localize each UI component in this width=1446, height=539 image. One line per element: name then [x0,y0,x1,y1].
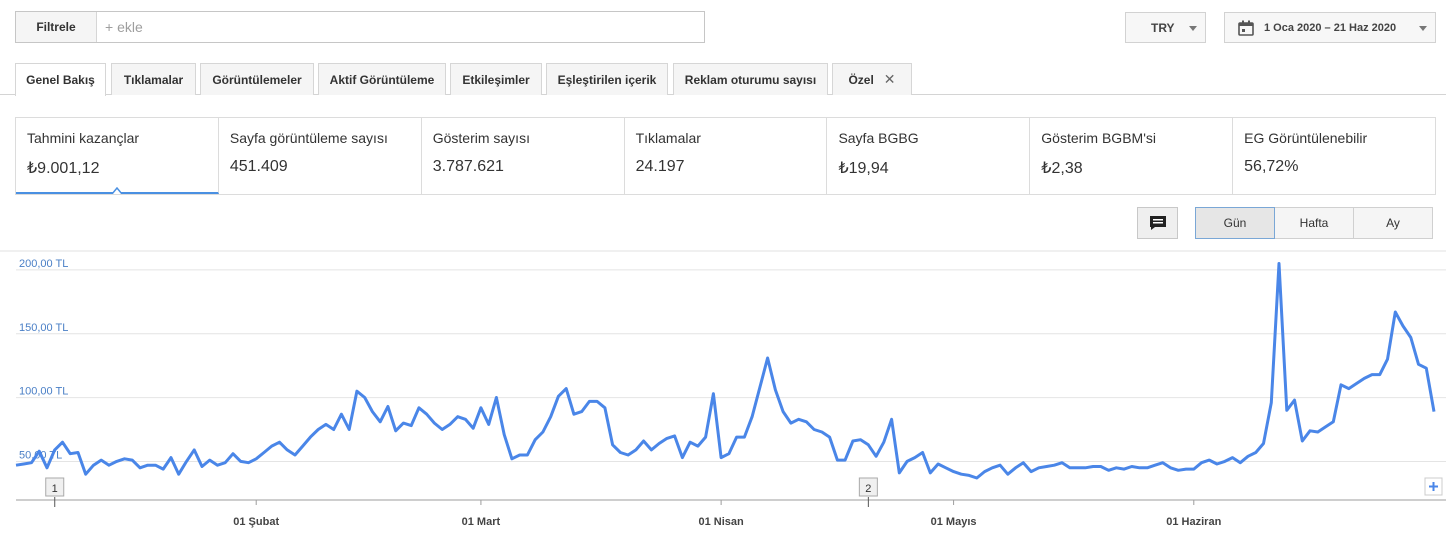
tab-ad-sessions[interactable]: Reklam oturumu sayısı [673,63,828,95]
metric-card-viewability[interactable]: EG Görüntülenebilir 56,72% [1233,118,1435,194]
tab-label: Eşleştirilen içerik [557,72,657,87]
earnings-line-chart: 200,00 TL 150,00 TL 100,00 TL 50,00 TL 01 Şu… [0,245,1446,539]
metric-label: Tıklamalar [635,130,701,146]
annotation-marker-label: 2 [865,483,871,495]
currency-label: TRY [1151,20,1175,35]
metric-label: Gösterim BGBM'si [1041,130,1156,146]
metric-card-page-rpm[interactable]: Sayfa BGBG ₺19,94 [827,118,1031,194]
x-tick-label: 01 Haziran [1166,516,1221,528]
y-tick-label: 100,00 TL [19,386,68,398]
metric-label: Tahmini kazançlar [27,130,140,146]
filter-bar: Filtrele [15,11,705,43]
x-tick-label: 01 Şubat [233,516,279,528]
calendar-icon [1238,20,1254,36]
metric-value: ₺19,94 [838,160,889,177]
close-icon[interactable]: ✕ [884,71,896,88]
tab-label: Özel [848,72,874,87]
metric-label: Sayfa BGBG [838,130,919,146]
granularity-day-button[interactable]: Gün [1195,207,1275,239]
chart-canvas: 200,00 TL150,00 TL100,00 TL50,00 TL01 Şu… [0,250,1446,528]
comment-icon [1149,216,1166,230]
tab-label: Görüntülemeler [212,72,302,87]
tab-interactions[interactable]: Etkileşimler [450,63,542,95]
tab-label: Aktif Görüntüleme [329,72,435,87]
chevron-down-icon [1419,26,1427,31]
chevron-down-icon [1189,26,1197,31]
active-pointer-icon [112,187,122,194]
annotation-button[interactable] [1137,207,1178,239]
metric-card-estimated-earnings[interactable]: Tahmini kazançlar ₺9.001,12 [16,118,219,194]
tab-overview[interactable]: Genel Bakış [15,63,106,96]
metric-cards: Tahmini kazançlar ₺9.001,12 Sayfa görünt… [15,117,1436,195]
x-tick-label: 01 Nisan [699,516,745,528]
date-range-picker[interactable]: 1 Oca 2020 – 21 Haz 2020 [1224,12,1436,43]
metric-value: 56,72% [1244,158,1299,175]
date-range-label: 1 Oca 2020 – 21 Haz 2020 [1264,21,1397,34]
metric-value: ₺9.001,12 [27,160,100,177]
metric-card-impressions[interactable]: Gösterim sayısı 3.787.621 [422,118,625,194]
series-line [15,262,1436,480]
y-tick-label: 200,00 TL [19,258,68,270]
metric-value: 3.787.621 [432,158,504,175]
x-tick-label: 01 Mayıs [931,516,977,528]
currency-dropdown[interactable]: TRY [1125,12,1206,43]
tab-label: Genel Bakış [26,73,95,87]
metric-label: Sayfa görüntüleme sayısı [229,130,388,146]
metric-card-clicks[interactable]: Tıklamalar 24.197 [625,118,828,194]
tab-clicks[interactable]: Tıklamalar [111,63,196,95]
granularity-month-button[interactable]: Ay [1353,207,1433,239]
tab-label: Etkileşimler [462,72,530,87]
tab-label: Reklam oturumu sayısı [684,72,817,87]
metric-label: EG Görüntülenebilir [1244,130,1368,146]
report-tabs: Genel Bakış Tıklamalar Görüntülemeler Ak… [0,63,1446,96]
tab-custom[interactable]: Özel ✕ [832,63,912,95]
metric-value: ₺2,38 [1041,160,1083,177]
y-tick-label: 150,00 TL [19,322,68,334]
annotation-marker-label: 1 [52,483,58,495]
x-tick-label: 01 Mart [462,516,501,528]
filter-button[interactable]: Filtrele [16,12,97,42]
tab-label: Tıklamalar [123,72,184,87]
granularity-week-button[interactable]: Hafta [1274,207,1354,239]
metric-value: 451.409 [229,158,288,175]
metric-label: Gösterim sayısı [432,130,530,146]
metric-value: 24.197 [635,158,685,175]
granularity-toggle: Gün Hafta Ay [1195,207,1433,239]
tab-active-view[interactable]: Aktif Görüntüleme [318,63,446,95]
metric-card-impression-rpm[interactable]: Gösterim BGBM'si ₺2,38 [1030,118,1234,194]
tab-matched-content[interactable]: Eşleştirilen içerik [546,63,668,95]
filter-input[interactable] [97,12,704,42]
metric-card-page-views[interactable]: Sayfa görüntüleme sayısı 451.409 [219,118,422,194]
tab-page-views[interactable]: Görüntülemeler [200,63,314,95]
